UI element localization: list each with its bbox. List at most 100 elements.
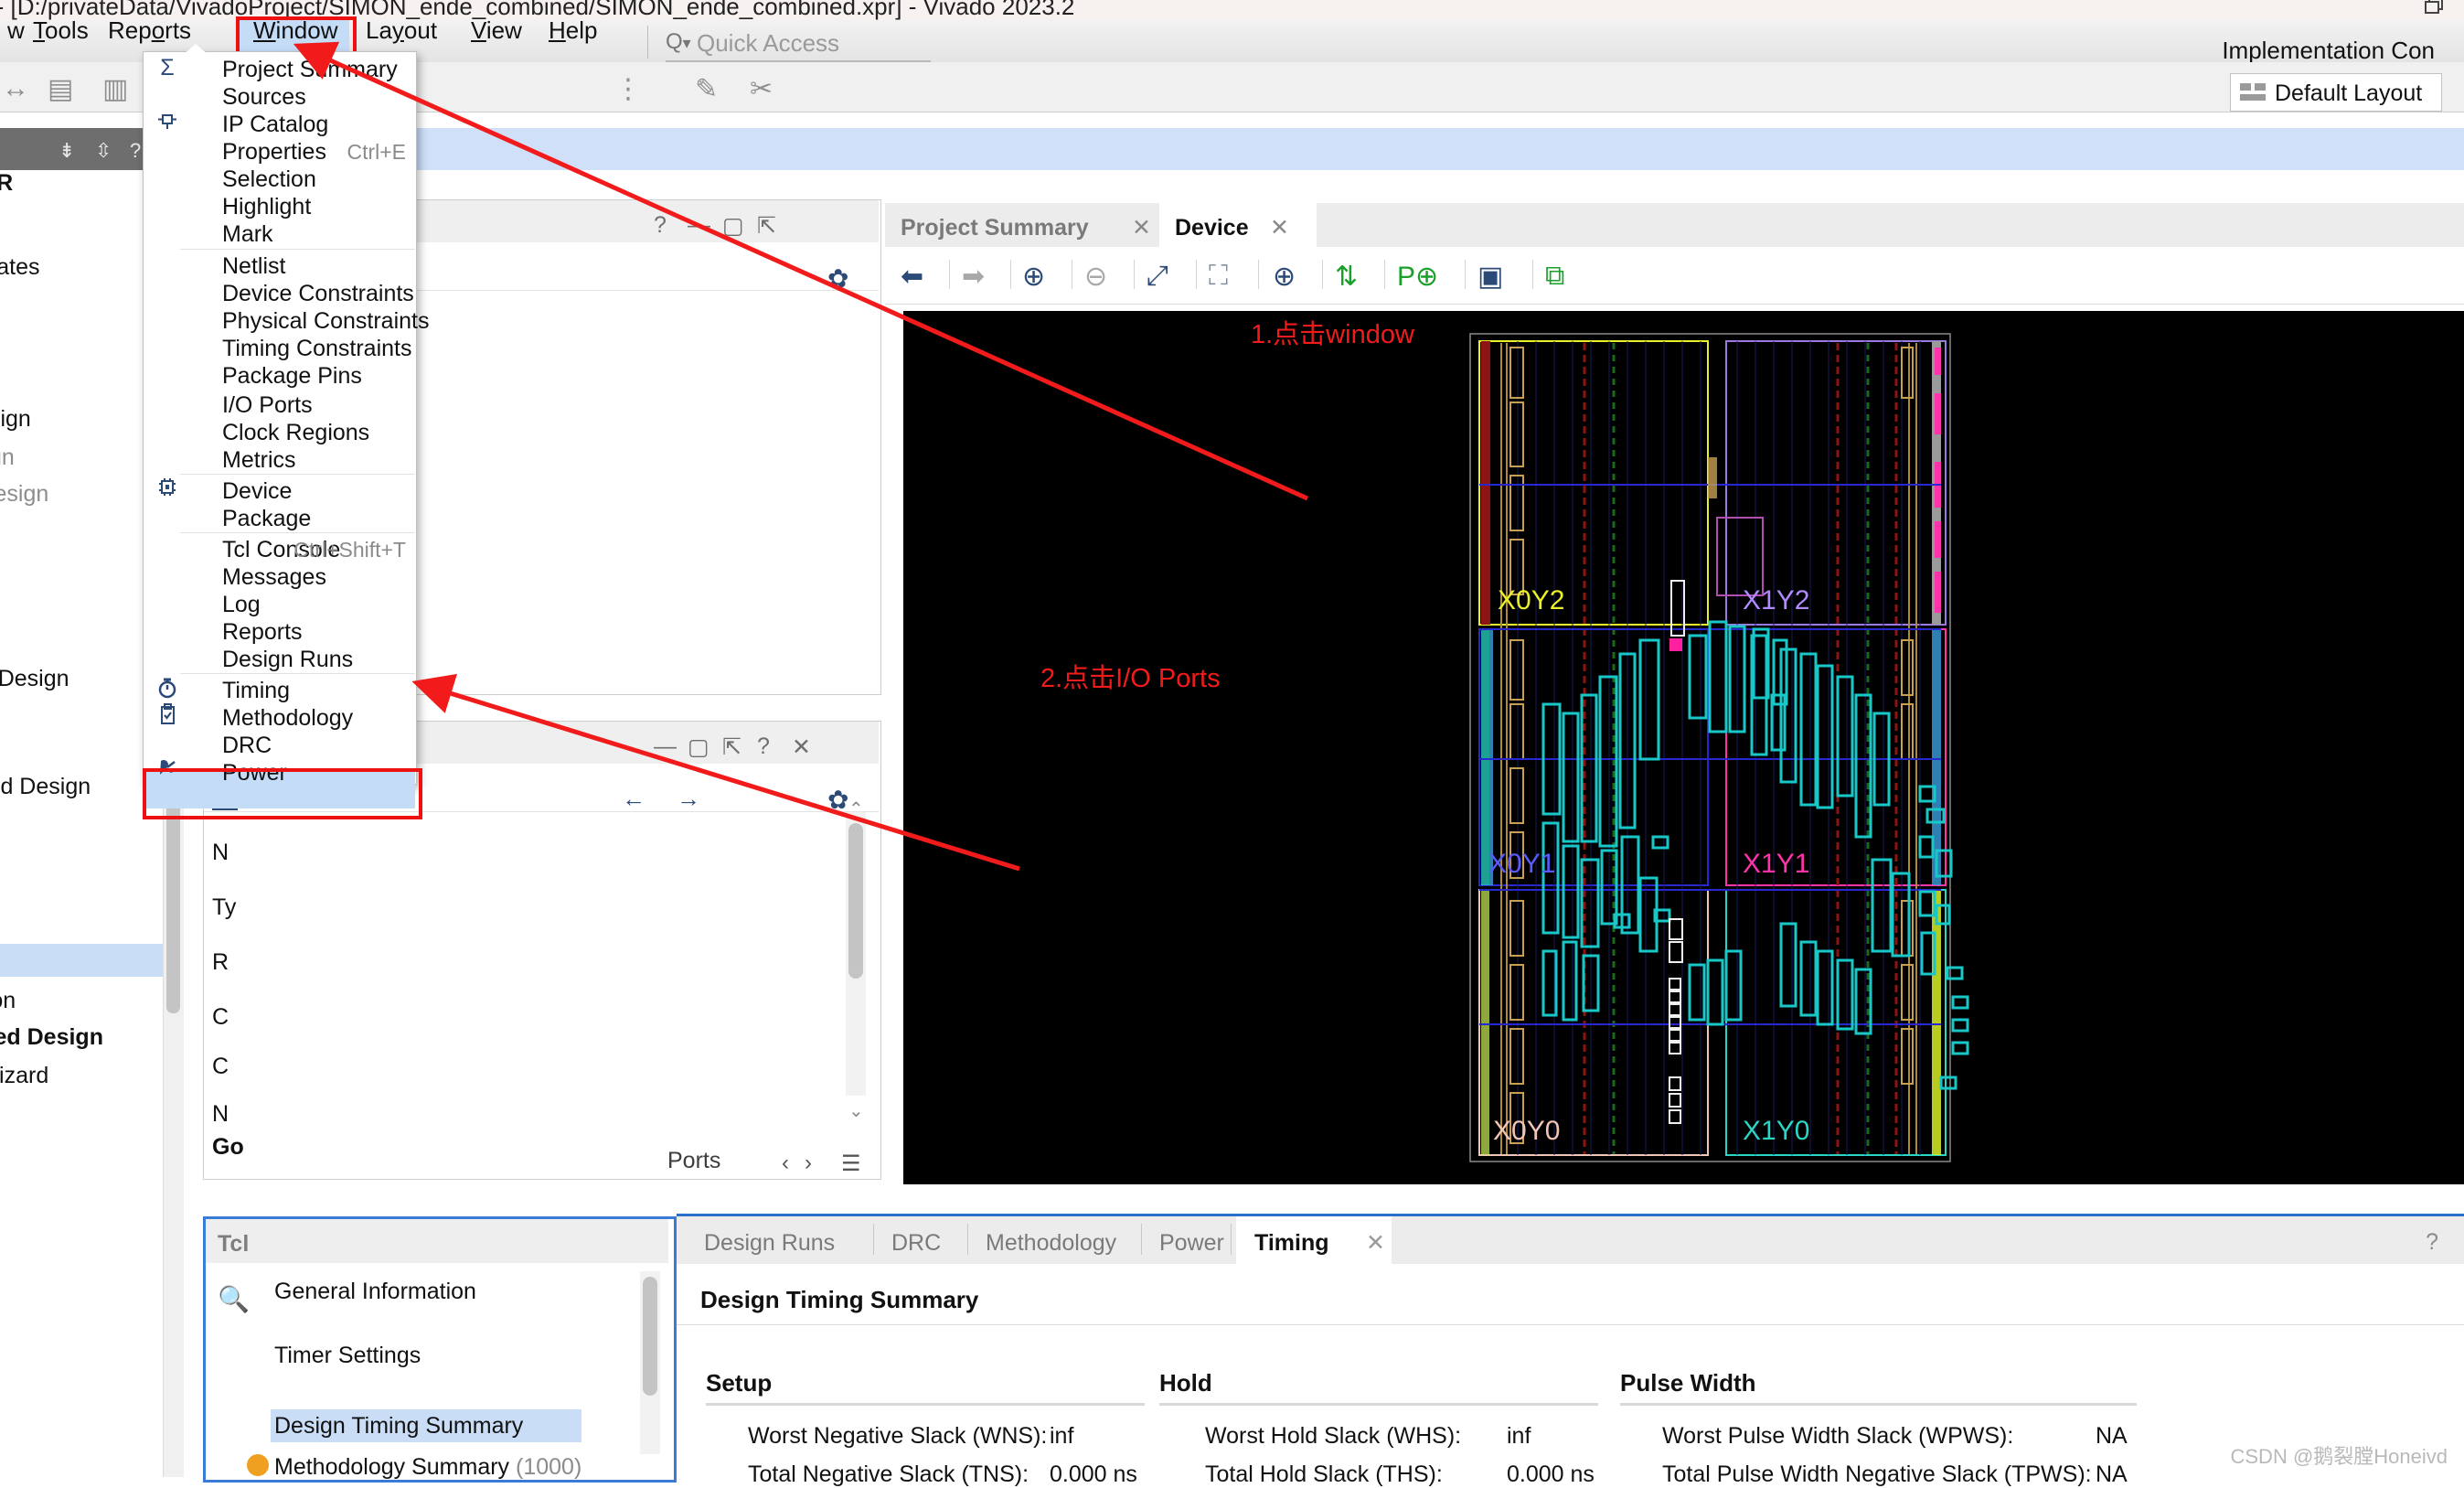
restore-icon[interactable] (2422, 0, 2446, 16)
menu-item-log[interactable]: Log (180, 590, 415, 617)
back-arrow-icon[interactable]: ← (622, 785, 645, 813)
back-arrow-icon[interactable]: ⬅ (901, 261, 923, 293)
menu-item-netlist[interactable]: Netlist (180, 252, 415, 279)
menu-item-selection[interactable]: Selection (180, 165, 415, 192)
menu-item-view-partial[interactable]: w (7, 16, 25, 45)
close-icon[interactable]: ✕ (1270, 214, 1289, 241)
menu-item-tools[interactable]: Tools (33, 16, 89, 45)
menu-item-methodology[interactable]: Methodology (161, 703, 415, 731)
tab-design-runs[interactable]: Design Runs (704, 1230, 835, 1257)
menu-item-properties[interactable]: Properties Ctrl+E (180, 137, 415, 165)
nav-arrow-icon[interactable]: ↔ (2, 73, 29, 104)
menu-item-highlight[interactable]: Highlight (180, 192, 415, 219)
menu-item-io-ports[interactable]: I/O Ports (180, 391, 415, 418)
menu-item-reports[interactable]: Reports (108, 16, 191, 45)
chevron-left-icon[interactable]: ‹ (782, 1151, 789, 1176)
tab-power[interactable]: Power (1159, 1230, 1224, 1257)
tab-drc[interactable]: DRC (891, 1230, 941, 1257)
chevron-down-icon[interactable]: ⌄ (848, 1099, 864, 1122)
go-button[interactable]: Go (212, 1134, 244, 1161)
zoom-area-icon[interactable]: ⛶ (1209, 261, 1228, 292)
help-icon[interactable]: ? (654, 212, 667, 239)
flow-nav-item-wizard[interactable]: s Wizard (0, 1063, 48, 1089)
tile-scroll-thumb[interactable] (848, 823, 863, 979)
more-icon[interactable]: ⋮ (614, 73, 642, 105)
gear-icon[interactable]: ✿ (827, 263, 848, 294)
autofit-selection-icon[interactable]: ⧉ (1545, 261, 1564, 292)
flow-nav-item-synthesized-design[interactable]: ted Design (0, 666, 69, 692)
menu-item-sources[interactable]: Sources (180, 82, 415, 110)
device-canvas[interactable]: X0Y2 X1Y2 X0Y1 X1Y1 X0Y0 X1Y0 1.点击window… (903, 311, 2464, 1184)
add-port-icon[interactable]: P⊕ (1397, 261, 1438, 293)
maximize-icon[interactable]: ▢ (688, 733, 709, 761)
ports-tab[interactable]: Ports (667, 1148, 720, 1174)
menu-item-design-runs[interactable]: Design Runs (180, 645, 415, 672)
flow-nav-item-templates[interactable]: mplates (0, 254, 40, 281)
minimize-icon[interactable]: — (654, 733, 677, 760)
menu-item-device[interactable]: Device (159, 476, 415, 504)
menu-item-package[interactable]: Package (180, 504, 415, 531)
flow-nav-item-design[interactable]: Design (0, 406, 31, 433)
tab-methodology[interactable]: Methodology (986, 1230, 1116, 1257)
flow-nav-item-design2[interactable]: esign (0, 444, 15, 471)
tcl-item-design-timing-summary[interactable]: Design Timing Summary (274, 1413, 523, 1440)
default-layout-button[interactable]: Default Layout (2230, 73, 2442, 112)
menu-item-reports[interactable]: Reports (180, 617, 415, 645)
help-icon[interactable]: ? (130, 139, 141, 163)
forward-arrow-icon[interactable]: → (677, 785, 700, 813)
minimize-icon[interactable]: — (688, 212, 710, 239)
menu-item-timing[interactable]: Timing (158, 676, 415, 703)
close-icon[interactable]: ✕ (1132, 214, 1151, 241)
menu-item-view[interactable]: View (471, 16, 522, 45)
menu-item-layout[interactable]: Layout (366, 16, 437, 45)
flow-nav-item-implemented-design[interactable]: ented Design (0, 1024, 103, 1051)
search-icon[interactable]: 🔍 (218, 1284, 250, 1314)
menu-item-messages[interactable]: Messages (180, 562, 415, 590)
tcl-item-timer-settings[interactable]: Timer Settings (274, 1343, 421, 1369)
menu-item-package-pins[interactable]: Package Pins (180, 361, 415, 389)
help-icon[interactable]: ? (2426, 1229, 2438, 1256)
close-icon[interactable]: ✕ (1366, 1229, 1385, 1257)
menu-item-help[interactable]: Help (549, 16, 597, 45)
tcl-item-general-information[interactable]: General Information (274, 1279, 476, 1305)
menu-item-device-constraints[interactable]: Device Constraints (180, 279, 415, 306)
menu-item-project-summary[interactable]: Σ Project Summary (160, 55, 415, 82)
menu-item-ip-catalog[interactable]: IP Catalog (158, 110, 415, 137)
highlight-region-icon[interactable]: ▣ (1477, 261, 1503, 293)
routing-icon[interactable]: ⇅ (1335, 261, 1358, 293)
save-icon[interactable]: ▤ (48, 73, 73, 105)
collapse-all-icon[interactable]: ⇟ (59, 139, 75, 163)
quick-access-search[interactable]: Q▾ Quick Access (666, 24, 931, 62)
menu-item-mark[interactable]: Mark (180, 219, 415, 247)
zoom-out-icon[interactable]: ⊖ (1084, 261, 1107, 293)
chevron-right-icon[interactable]: › (805, 1151, 812, 1176)
help-icon[interactable]: ? (757, 733, 770, 760)
tab-timing[interactable]: Timing (1254, 1230, 1328, 1257)
menu-item-physical-constraints[interactable]: Physical Constraints (180, 306, 429, 334)
tab-project-summary[interactable]: Project Summary (901, 215, 1089, 241)
float-icon[interactable]: ⇱ (722, 733, 741, 761)
float-icon[interactable]: ⇱ (757, 212, 776, 240)
chevron-up-icon[interactable]: ⌃ (848, 798, 864, 820)
expand-all-icon[interactable]: ⇳ (95, 139, 112, 163)
menu-item-clock-regions[interactable]: Clock Regions (180, 418, 415, 445)
close-icon[interactable]: ✕ (792, 733, 811, 761)
copy-icon[interactable]: ▥ (102, 73, 128, 105)
menu-item-metrics[interactable]: Metrics (180, 445, 415, 473)
menu-item-drc[interactable]: DRC (180, 731, 415, 758)
flow-nav-item-block-design[interactable]: k Design (0, 481, 48, 508)
tcl-scroll-thumb[interactable] (643, 1277, 657, 1396)
flow-nav-item-optimized-design[interactable]: zized Design (0, 774, 91, 800)
forward-arrow-icon[interactable]: ➡ (962, 261, 985, 293)
menu-item-timing-constraints[interactable]: Timing Constraints (180, 334, 415, 361)
pencil-icon[interactable]: ✎ (695, 73, 718, 105)
gear-icon[interactable]: ✿ (827, 785, 848, 815)
menu-item-tcl-console[interactable]: Tcl Console Ctrl+Shift+T (180, 535, 415, 562)
menu-icon[interactable]: ☰ (841, 1151, 861, 1177)
zoom-fit-icon[interactable]: ⤢ (1147, 261, 1168, 292)
zoom-in-icon[interactable]: ⊕ (1022, 261, 1045, 293)
flow-nav-item-implementation2[interactable]: tation (0, 988, 16, 1014)
cut-icon[interactable]: ✂ (750, 73, 773, 105)
maximize-icon[interactable]: ▢ (722, 212, 744, 240)
crosshair-icon[interactable]: ⊕ (1273, 261, 1296, 293)
